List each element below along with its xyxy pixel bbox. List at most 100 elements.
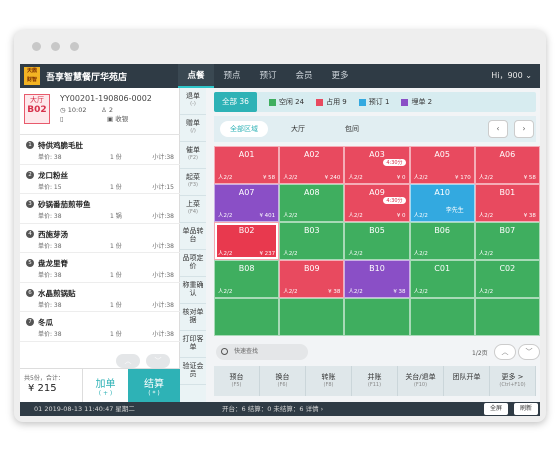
- list-item[interactable]: 6 水晶煎锅贴 单价: 38 1 份 小计:38: [20, 283, 180, 312]
- status-free[interactable]: 空闲 24: [268, 97, 304, 107]
- table-tile[interactable]: A06 人2/2 ¥ 58: [474, 146, 540, 184]
- action-button[interactable]: 并账 (F11): [352, 366, 398, 396]
- window-dot[interactable]: [51, 42, 60, 51]
- list-item[interactable]: 2 龙口粉丝 单价: 15 1 份 小计:15: [20, 165, 180, 194]
- action-button[interactable]: 转账 (F8): [306, 366, 352, 396]
- order-time: 10:02: [67, 106, 87, 114]
- checkout-button[interactable]: 结算( * ): [128, 369, 180, 403]
- chevron-left-icon[interactable]: ‹: [488, 120, 508, 138]
- fullscreen-button[interactable]: 全屏: [484, 403, 509, 415]
- table-timer-badge: 4:30分: [383, 159, 406, 166]
- side-action-button[interactable]: 单品转台: [180, 223, 206, 250]
- table-tile[interactable]: B01 人2/2 ¥ 38: [474, 184, 540, 222]
- refresh-button[interactable]: 刷新: [514, 403, 539, 415]
- table-tile[interactable]: A08 人2/2: [279, 184, 345, 222]
- side-action-button[interactable]: 验证会员: [180, 358, 206, 385]
- item-name: 西施芽汤: [38, 229, 68, 239]
- add-order-button[interactable]: 加单( + ): [82, 369, 128, 403]
- list-item[interactable]: 7 冬瓜 单价: 38 1 份 小计:38: [20, 312, 180, 342]
- table-amount: ¥ 240: [324, 175, 341, 181]
- item-price: 单价: 38: [38, 301, 62, 309]
- table-tile[interactable]: A01 人2/2 ¥ 58: [214, 146, 280, 184]
- action-button[interactable]: 换台 (F6): [260, 366, 306, 396]
- status-all[interactable]: 全部 36: [214, 92, 257, 112]
- user-menu[interactable]: Hi，900 ⌄: [491, 64, 532, 88]
- status-prebooked[interactable]: 预订 1: [358, 97, 389, 107]
- list-item[interactable]: 3 砂锅番茄煎带鱼 单价: 38 1 锅 小计:38: [20, 194, 180, 224]
- item-subtotal: 小计:38: [152, 242, 174, 250]
- table-map: 全部 36 空闲 24 占用 9 预订 1 埋单 2 全部区域 大厅 包间 ‹ …: [210, 88, 540, 402]
- search-input[interactable]: 快速查找: [216, 344, 308, 360]
- area-tabs: 全部区域 大厅 包间 ‹ ›: [214, 116, 536, 142]
- side-action-button[interactable]: 核对单据: [180, 304, 206, 331]
- current-table-badge: 大厅 B02: [24, 94, 50, 124]
- chevron-up-icon[interactable]: ︿: [116, 354, 140, 368]
- side-action-button[interactable]: 品项定价: [180, 250, 206, 277]
- status-merged[interactable]: 埋单 2: [401, 97, 432, 107]
- table-tile[interactable]: B03 人2/2: [279, 222, 345, 260]
- table-tile[interactable]: B02 人2/2 ¥ 237: [214, 222, 280, 260]
- table-tile[interactable]: A03 人2/2 ¥ 0 4:30分: [344, 146, 410, 184]
- table-tile[interactable]: A07 人2/2 ¥ 401: [214, 184, 280, 222]
- nav-member[interactable]: 会员: [286, 64, 322, 88]
- window-dot[interactable]: [32, 42, 41, 51]
- nav-preorder[interactable]: 预点: [214, 64, 250, 88]
- action-button[interactable]: 预台 (F5): [214, 366, 260, 396]
- list-item[interactable]: 1 特供鸡脆毛肚 单价: 38 1 份 小计:38: [20, 135, 180, 165]
- table-id: B05: [369, 226, 385, 235]
- summary-label: 共5份，合计：: [24, 375, 64, 382]
- table-tile[interactable]: A10 人2/2 李先生: [409, 184, 475, 222]
- table-tile[interactable]: A02 人2/2 ¥ 240: [279, 146, 345, 184]
- item-subtotal: 小计:38: [152, 331, 174, 338]
- side-action-button[interactable]: 起菜 (F3): [180, 169, 206, 196]
- action-key: (F8): [323, 382, 334, 388]
- action-button[interactable]: 关台/退单 (F10): [398, 366, 444, 396]
- table-guests: 人2/2: [283, 251, 298, 257]
- side-action-button[interactable]: 打印客单: [180, 331, 206, 358]
- item-name: 冬瓜: [38, 318, 53, 327]
- nav-more[interactable]: 更多: [322, 64, 358, 88]
- status-occupied[interactable]: 占用 9: [316, 97, 347, 107]
- table-id: B02: [238, 226, 255, 235]
- table-tile[interactable]: B08 人2/2: [214, 260, 280, 298]
- side-action-button[interactable]: 上菜 (F4): [180, 196, 206, 223]
- table-tile[interactable]: C02 人2/2: [474, 260, 540, 298]
- table-tile[interactable]: B05 人2/2: [344, 222, 410, 260]
- side-action-button[interactable]: 称重确认: [180, 277, 206, 304]
- nav-order[interactable]: 点餐: [178, 64, 214, 88]
- table-amount: ¥ 58: [262, 175, 276, 181]
- side-action-label: 打印客单: [182, 335, 204, 351]
- list-item[interactable]: 4 西施芽汤 单价: 38 1 份 小计:38: [20, 224, 180, 253]
- table-guests: 人2/2: [283, 289, 298, 295]
- area-all[interactable]: 全部区域: [220, 121, 268, 137]
- status-occupied-label: 占用 9: [326, 98, 347, 106]
- list-item[interactable]: 5 盘龙里脊 单价: 38 1 份 小计:38: [20, 253, 180, 283]
- nav-reserve[interactable]: 预订: [250, 64, 286, 88]
- table-tile[interactable]: B06 人2/2: [409, 222, 475, 260]
- item-qty: 1 份: [110, 272, 122, 279]
- action-button[interactable]: 团队开单: [444, 366, 490, 396]
- table-tile[interactable]: B09 人2/2 ¥ 38: [279, 260, 345, 298]
- chevron-down-icon[interactable]: ﹀: [146, 354, 170, 368]
- table-tile[interactable]: C01 人2/2: [409, 260, 475, 298]
- item-price: 单价: 38: [38, 272, 62, 279]
- table-tile: [279, 298, 345, 336]
- side-action-button[interactable]: 催单 (F2): [180, 142, 206, 169]
- action-label: 更多 >: [501, 373, 524, 381]
- area-private[interactable]: 包间: [328, 124, 376, 134]
- table-tile[interactable]: A09 人2/2 ¥ 0 4:30分: [344, 184, 410, 222]
- area-hall[interactable]: 大厅: [274, 124, 322, 134]
- page-down-button[interactable]: ﹀: [518, 344, 540, 360]
- table-tile: [409, 298, 475, 336]
- table-counts[interactable]: 开台：6 结算：0 未结算：6 详情 ›: [222, 402, 323, 416]
- table-tile[interactable]: B07 人2/2: [474, 222, 540, 260]
- action-button[interactable]: 更多 > (Ctrl+F10): [490, 366, 536, 396]
- table-tile[interactable]: B10 人2/2 ¥ 38: [344, 260, 410, 298]
- side-action-button[interactable]: 赠单 (/): [180, 115, 206, 142]
- side-action-label: 验证会员: [182, 362, 204, 378]
- window-dot[interactable]: [70, 42, 79, 51]
- table-tile[interactable]: A05 人2/2 ¥ 170: [409, 146, 475, 184]
- page-up-button[interactable]: ︿: [494, 344, 516, 360]
- side-action-button[interactable]: 退单 (-): [180, 88, 206, 115]
- chevron-right-icon[interactable]: ›: [514, 120, 534, 138]
